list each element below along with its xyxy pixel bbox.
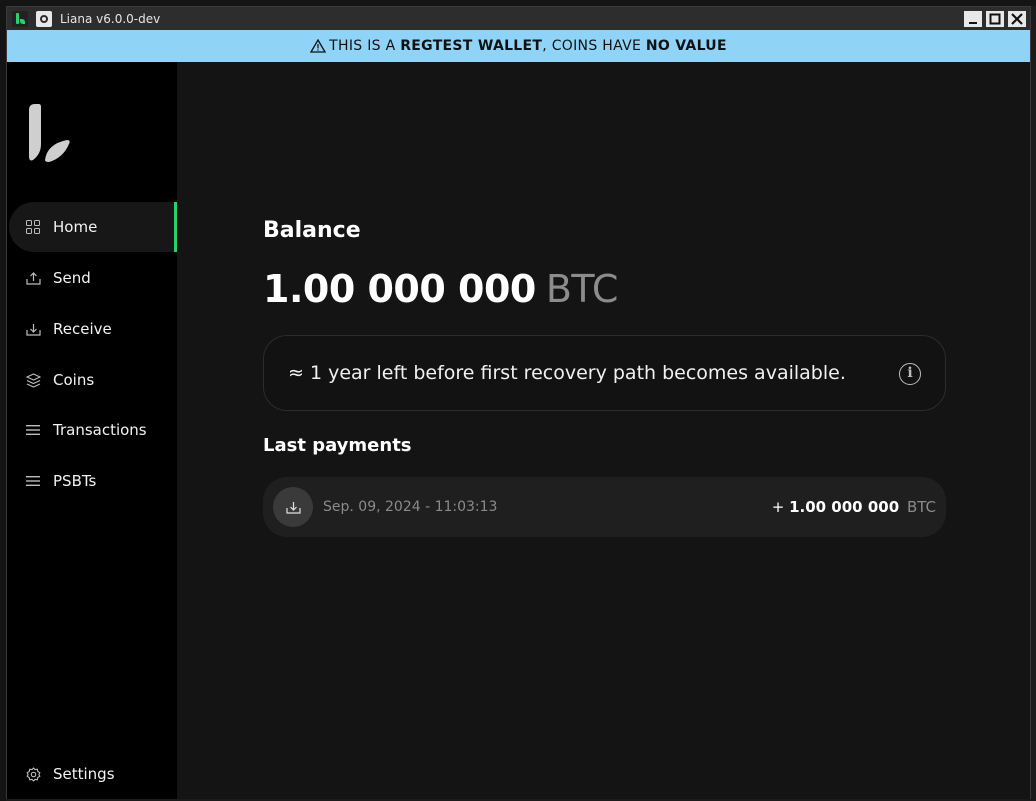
sidebar-item-send[interactable]: Send [9,253,177,303]
banner-highlight-no-value: NO VALUE [645,38,727,54]
window-controls [964,10,1026,27]
coins-icon [25,372,41,388]
balance-amount: 1.00 000 000 BTC [263,267,618,311]
sidebar-item-label: PSBTs [53,472,97,490]
sidebar-item-transactions[interactable]: Transactions [9,405,177,455]
list-icon [25,422,41,438]
sidebar-item-label: Send [53,269,91,287]
maximize-button[interactable] [986,10,1004,27]
recovery-notice-text: ≈ 1 year left before first recovery path… [288,362,846,384]
sidebar-item-label: Transactions [53,421,147,439]
liana-app-icon [12,10,28,27]
grid-icon [25,219,41,235]
title-bar[interactable]: Liana v6.0.0-dev [7,7,1030,30]
maximize-icon [989,13,1001,24]
send-icon [25,270,41,286]
receive-icon [25,321,41,337]
minimize-icon [969,21,977,24]
payment-unit: BTC [906,498,936,516]
sidebar-item-label: Coins [53,371,95,389]
balance-value: 1.00 000 000 [263,267,536,311]
balance-unit: BTC [545,267,619,311]
window-title: Liana v6.0.0-dev [60,11,161,26]
payment-amount: + 1.00 000 000 BTC [772,498,936,516]
sidebar-item-settings[interactable]: Settings [9,749,177,799]
sidebar: Home Send Receive Coins Transactions PSB… [7,62,177,799]
balance-title: Balance [263,218,361,243]
minimize-button[interactable] [964,10,982,27]
close-icon [1011,12,1023,25]
sidebar-item-label: Settings [53,765,115,783]
sidebar-item-label: Home [53,218,98,236]
list-icon [25,473,41,489]
window-menu-icon[interactable] [36,10,52,27]
banner-middle: , COINS HAVE [542,38,646,54]
sidebar-item-label: Receive [53,320,112,338]
receive-icon [273,487,313,527]
payment-date: Sep. 09, 2024 - 11:03:13 [323,499,498,515]
sidebar-item-receive[interactable]: Receive [9,304,177,354]
app-window: Liana v6.0.0-dev THIS IS A REGTEST WALLE… [6,6,1031,799]
recovery-path-notice: ≈ 1 year left before first recovery path… [263,335,946,411]
payment-value: 1.00 000 000 [789,498,900,516]
warning-icon [310,39,327,53]
payment-row[interactable]: Sep. 09, 2024 - 11:03:13 + 1.00 000 000 … [263,477,946,537]
payment-sign: + [771,498,785,516]
main-content: Balance 1.00 000 000 BTC ≈ 1 year left be… [177,62,1030,799]
sidebar-item-coins[interactable]: Coins [9,355,177,405]
last-payments-title: Last payments [263,435,412,456]
gear-icon [25,766,41,782]
banner-prefix: THIS IS A [329,38,401,54]
banner-highlight-regtest: REGTEST WALLET [400,38,543,54]
sidebar-item-home[interactable]: Home [9,202,177,252]
sidebar-item-psbts[interactable]: PSBTs [9,456,177,506]
regtest-warning-banner: THIS IS A REGTEST WALLET, COINS HAVE NO … [7,30,1030,62]
info-icon[interactable]: i [899,363,921,385]
close-button[interactable] [1008,10,1026,27]
liana-logo [29,104,70,162]
